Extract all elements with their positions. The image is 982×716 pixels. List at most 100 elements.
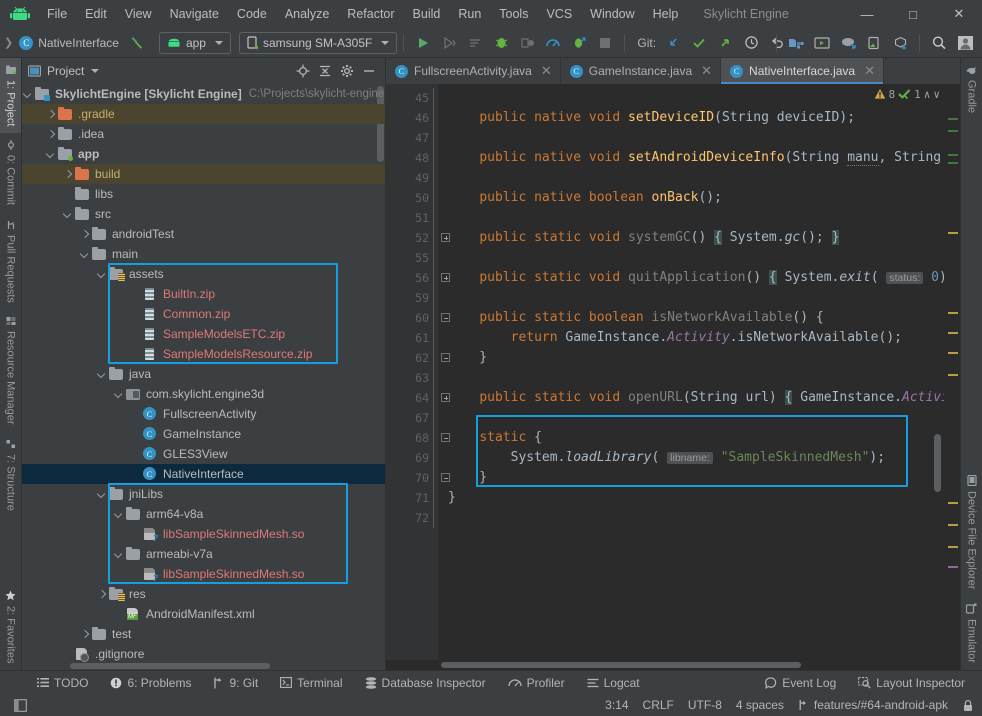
project-horizontal-scrollbar[interactable] — [22, 662, 385, 670]
sidebar-item-commit[interactable]: 0: Commit — [0, 133, 21, 212]
bottom-item-logcat[interactable]: Logcat — [576, 676, 651, 690]
tree-node[interactable]: libs — [22, 184, 385, 204]
inspection-marker-strip[interactable] — [944, 84, 960, 660]
menu-item-run[interactable]: Run — [449, 4, 490, 24]
chevron-down-icon[interactable] — [22, 89, 33, 100]
bottom-item-problems[interactable]: 6: Problems — [99, 676, 202, 690]
tree-node[interactable]: C NativeInterface — [22, 464, 385, 484]
close-icon[interactable]: ✕ — [541, 63, 552, 79]
minimize-icon[interactable]: — — [844, 0, 890, 28]
chevron-right-icon[interactable] — [45, 109, 56, 120]
bottom-item-database-inspector[interactable]: Database Inspector — [354, 676, 497, 690]
hide-icon[interactable] — [359, 61, 379, 81]
menu-item-window[interactable]: Window — [581, 4, 643, 24]
tree-node[interactable]: java — [22, 364, 385, 384]
menu-item-code[interactable]: Code — [228, 4, 276, 24]
sidebar-item-gradle[interactable]: Gradle — [961, 58, 982, 120]
chevron-down-icon[interactable] — [96, 489, 107, 500]
bottom-item-profiler[interactable]: Profiler — [497, 676, 576, 690]
menu-item-file[interactable]: File — [38, 4, 76, 24]
sidebar-item-resource-manager[interactable]: Resource Manager — [0, 309, 21, 432]
hammer-icon[interactable] — [126, 31, 150, 55]
tree-node[interactable]: res — [22, 584, 385, 604]
chevron-right-icon[interactable] — [45, 129, 56, 140]
chevron-right-icon[interactable] — [62, 169, 73, 180]
tree-node[interactable]: SkylichtEngine [Skylicht Engine] C:\Proje… — [22, 84, 385, 104]
sidebar-item-project[interactable]: 1: Project — [0, 58, 21, 134]
git-branch-widget[interactable]: features/#64-android-apk — [798, 698, 948, 712]
tree-node[interactable]: C GameInstance — [22, 424, 385, 444]
menu-item-edit[interactable]: Edit — [76, 4, 116, 24]
close-icon[interactable]: ✕ — [864, 63, 875, 79]
editor-tab[interactable]: C FullscreenActivity.java ✕ — [386, 58, 561, 84]
sidebar-item-structure[interactable]: 7: Structure — [0, 432, 21, 518]
inspection-next-button[interactable]: ∨ — [933, 88, 940, 101]
chevron-right-icon[interactable] — [79, 229, 90, 240]
tree-node[interactable]: arm64-v8a — [22, 504, 385, 524]
apk-analyzer-icon[interactable] — [888, 31, 912, 55]
locate-icon[interactable] — [293, 61, 313, 81]
tree-node[interactable]: com.skylicht.engine3d — [22, 384, 385, 404]
editor-horizontal-scrollbar[interactable] — [386, 660, 960, 670]
tree-node[interactable]: libSampleSkinnedMesh.so — [22, 564, 385, 584]
lock-icon[interactable] — [962, 699, 974, 712]
menu-item-build[interactable]: Build — [404, 4, 450, 24]
tree-node[interactable]: assets — [22, 264, 385, 284]
gear-icon[interactable] — [337, 61, 357, 81]
stop-icon[interactable] — [593, 31, 617, 55]
tree-node[interactable]: AndroidManifest.xml — [22, 604, 385, 624]
chevron-down-icon[interactable] — [96, 269, 107, 280]
menu-item-tools[interactable]: Tools — [490, 4, 537, 24]
maximize-icon[interactable]: □ — [890, 0, 936, 28]
sidebar-item-device-file-explorer[interactable]: Device File Explorer — [961, 468, 982, 596]
device-selector[interactable]: samsung SM-A305F — [238, 31, 398, 54]
apply-code-changes-icon[interactable] — [463, 31, 487, 55]
code-scrollbar[interactable] — [934, 434, 941, 492]
inspection-prev-button[interactable]: ∧ — [924, 88, 931, 101]
chevron-down-icon[interactable] — [113, 509, 124, 520]
bottom-item-git[interactable]: 9: Git — [202, 676, 269, 690]
git-update-icon[interactable] — [661, 31, 685, 55]
chevron-down-icon[interactable] — [113, 389, 124, 400]
code-content[interactable]: public native void setDeviceID(String de… — [438, 84, 960, 660]
tree-node[interactable]: libSampleSkinnedMesh.so — [22, 524, 385, 544]
collapse-all-icon[interactable] — [315, 61, 335, 81]
caret-position[interactable]: 3:14 — [605, 698, 628, 712]
editor-tab[interactable]: C GameInstance.java ✕ — [561, 58, 722, 84]
run-icon[interactable] — [411, 31, 435, 55]
chevron-down-icon[interactable] — [79, 249, 90, 260]
chevron-down-icon[interactable] — [91, 69, 100, 73]
git-commit-icon[interactable] — [687, 31, 711, 55]
account-icon[interactable] — [953, 31, 977, 55]
menu-item-view[interactable]: View — [116, 4, 161, 24]
tree-node[interactable]: build — [22, 164, 385, 184]
tree-node[interactable]: C FullscreenActivity — [22, 404, 385, 424]
menu-item-help[interactable]: Help — [644, 4, 688, 24]
run-with-coverage-icon[interactable] — [567, 31, 591, 55]
inspection-widget[interactable]: 8 1 ∧ ∨ — [874, 84, 945, 104]
apply-changes-icon[interactable] — [437, 31, 461, 55]
editor-gutter[interactable]: 45 46 47 48 49 50 51 52 55 56 59 60 61 62 63 64 67 68 69 70… — [386, 84, 450, 660]
layout-editor-icon[interactable] — [836, 31, 860, 55]
close-icon[interactable]: ✕ — [936, 0, 982, 28]
attach-debugger-icon[interactable] — [515, 31, 539, 55]
tree-node[interactable]: main — [22, 244, 385, 264]
chevron-down-icon[interactable] — [96, 369, 107, 380]
history-icon[interactable] — [739, 31, 763, 55]
bottom-item-terminal[interactable]: Terminal — [269, 676, 353, 690]
debug-icon[interactable] — [489, 31, 513, 55]
menu-item-analyze[interactable]: Analyze — [276, 4, 338, 24]
tree-node[interactable]: BuiltIn.zip — [22, 284, 385, 304]
avd-manager-icon[interactable] — [784, 31, 808, 55]
tree-node[interactable]: jniLibs — [22, 484, 385, 504]
git-push-icon[interactable] — [713, 31, 737, 55]
bottom-item-event-log[interactable]: Event Log — [754, 676, 847, 690]
tree-node[interactable]: Common.zip — [22, 304, 385, 324]
bottom-item-layout-inspector[interactable]: Layout Inspector — [847, 676, 976, 690]
chevron-down-icon[interactable] — [113, 549, 124, 560]
menu-item-navigate[interactable]: Navigate — [161, 4, 228, 24]
sdk-manager-icon[interactable] — [810, 31, 834, 55]
device-manager-icon[interactable] — [862, 31, 886, 55]
tree-node[interactable]: .gradle — [22, 104, 385, 124]
bottom-item-todo[interactable]: TODO — [26, 676, 99, 690]
